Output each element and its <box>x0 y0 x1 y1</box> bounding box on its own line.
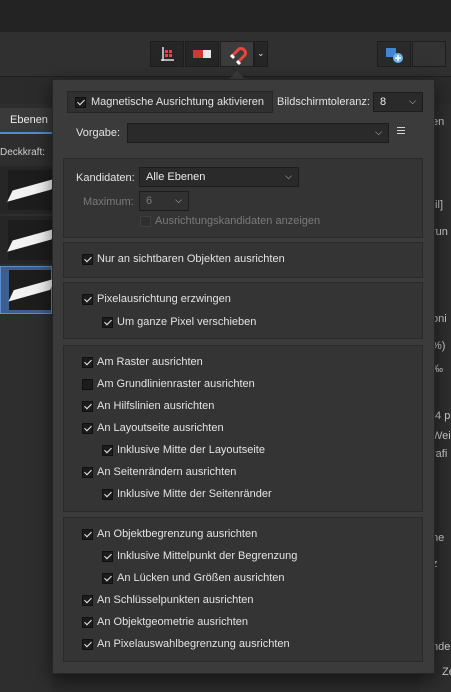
candidates-select[interactable]: Alle Ebenen ⌵ <box>139 167 299 187</box>
bounds-center-label: Inklusive Mittelpunkt der Begrenzung <box>117 550 298 562</box>
right-fragment: Ze <box>442 666 451 678</box>
bounds-center-checkbox[interactable] <box>102 551 113 562</box>
grid-label: Am Raster ausrichten <box>97 356 203 368</box>
chevron-down-icon: ⌵ <box>285 171 292 181</box>
magnetic-toggle-checkbox[interactable] <box>75 97 86 108</box>
snapping-align-button[interactable] <box>185 41 219 67</box>
layer-shape-icon <box>7 178 57 202</box>
object-bounds-checkbox[interactable] <box>82 529 93 540</box>
grid-icon <box>161 47 174 61</box>
layer-thumbnail <box>8 270 56 310</box>
layout-page-center-label: Inklusive Mitte der Layoutseite <box>117 444 265 456</box>
object-bounds-label: An Objektbegrenzung ausrichten <box>97 528 258 540</box>
menu-icon <box>397 127 405 128</box>
guides-checkbox[interactable] <box>82 401 93 412</box>
add-layer-icon <box>386 48 403 63</box>
object-geometry-checkbox[interactable] <box>82 617 93 628</box>
show-candidates-label: Ausrichtungskandidaten anzeigen <box>155 215 321 227</box>
snapping-grid-button[interactable] <box>150 41 184 67</box>
layer-row-selected[interactable] <box>0 266 56 314</box>
layers-tab[interactable]: Ebenen <box>0 108 52 134</box>
chevron-down-icon: ⌄ <box>257 48 265 58</box>
snapping-magnet-button[interactable] <box>220 41 254 67</box>
visible-only-checkbox[interactable] <box>82 254 93 265</box>
whole-pixel-label: Um ganze Pixel verschieben <box>117 316 257 328</box>
show-candidates-checkbox[interactable] <box>140 216 151 227</box>
baseline-grid-label: Am Grundlinienraster ausrichten <box>97 378 255 390</box>
maximum-select[interactable]: 6 ⌵ <box>139 191 189 211</box>
toolbar-right-button[interactable] <box>377 41 411 67</box>
snapping-dropdown-button[interactable]: ⌄ <box>254 41 268 67</box>
layer-row[interactable] <box>0 216 57 264</box>
layer-thumbnail <box>7 220 57 260</box>
preset-label: Vorgabe: <box>76 127 121 139</box>
key-points-label: An Schlüsselpunkten ausrichten <box>97 594 254 606</box>
layer-shape-icon <box>7 228 57 252</box>
magnetic-toggle-button[interactable]: Magnetische Ausrichtung aktivieren <box>67 91 273 113</box>
chevron-down-icon: ⌵ <box>375 127 382 137</box>
baseline-grid-checkbox[interactable] <box>82 379 93 390</box>
layer-thumbnail <box>7 170 57 210</box>
maximum-label: Maximum: <box>83 196 134 208</box>
pixel-selection-label: An Pixelauswahlbegrenzung ausrichten <box>97 638 290 650</box>
title-bar <box>0 0 451 32</box>
layer-shape-icon <box>8 278 56 302</box>
layout-page-checkbox[interactable] <box>82 423 93 434</box>
tolerance-label: Bildschirmtoleranz: <box>277 96 370 108</box>
tolerance-value: 8 <box>380 96 387 108</box>
object-geometry-label: An Objektgeometrie ausrichten <box>97 616 249 628</box>
maximum-value: 6 <box>146 195 153 207</box>
layer-row[interactable] <box>0 166 57 214</box>
margins-center-checkbox[interactable] <box>102 489 113 500</box>
key-points-checkbox[interactable] <box>82 595 93 606</box>
align-icon <box>193 50 211 58</box>
visible-only-label: Nur an sichtbaren Objekten ausrichten <box>97 253 285 265</box>
chevron-down-icon: ⌵ <box>409 96 416 106</box>
layout-page-label: An Layoutseite ausrichten <box>97 422 224 434</box>
candidates-value: Alle Ebenen <box>146 171 206 183</box>
margins-label: An Seitenrändern ausrichten <box>97 466 237 478</box>
magnetic-toggle-label: Magnetische Ausrichtung aktivieren <box>91 96 265 108</box>
guides-label: An Hilfslinien ausrichten <box>97 400 215 412</box>
preset-select[interactable]: ⌵ <box>127 123 389 143</box>
margins-checkbox[interactable] <box>82 467 93 478</box>
pixel-section <box>63 282 423 339</box>
opacity-label: Deckkraft: <box>0 147 46 158</box>
preset-menu-button[interactable] <box>397 127 407 137</box>
whole-pixel-checkbox[interactable] <box>102 317 113 328</box>
gaps-sizes-label: An Lücken und Größen ausrichten <box>117 572 285 584</box>
magnet-icon <box>229 47 247 66</box>
grid-checkbox[interactable] <box>82 357 93 368</box>
margins-center-label: Inklusive Mitte der Seitenränder <box>117 488 272 500</box>
tolerance-select[interactable]: 8 ⌵ <box>373 92 423 112</box>
chevron-down-icon: ⌵ <box>175 195 182 205</box>
layers-tab-label: Ebenen <box>10 114 48 126</box>
pixel-checkbox[interactable] <box>82 294 93 305</box>
candidates-label: Kandidaten: <box>76 172 135 184</box>
toolbar-right-button-2[interactable] <box>412 41 446 67</box>
pixel-label: Pixelausrichtung erzwingen <box>97 293 231 305</box>
layout-page-center-checkbox[interactable] <box>102 445 113 456</box>
gaps-sizes-checkbox[interactable] <box>102 573 113 584</box>
pixel-selection-checkbox[interactable] <box>82 639 93 650</box>
